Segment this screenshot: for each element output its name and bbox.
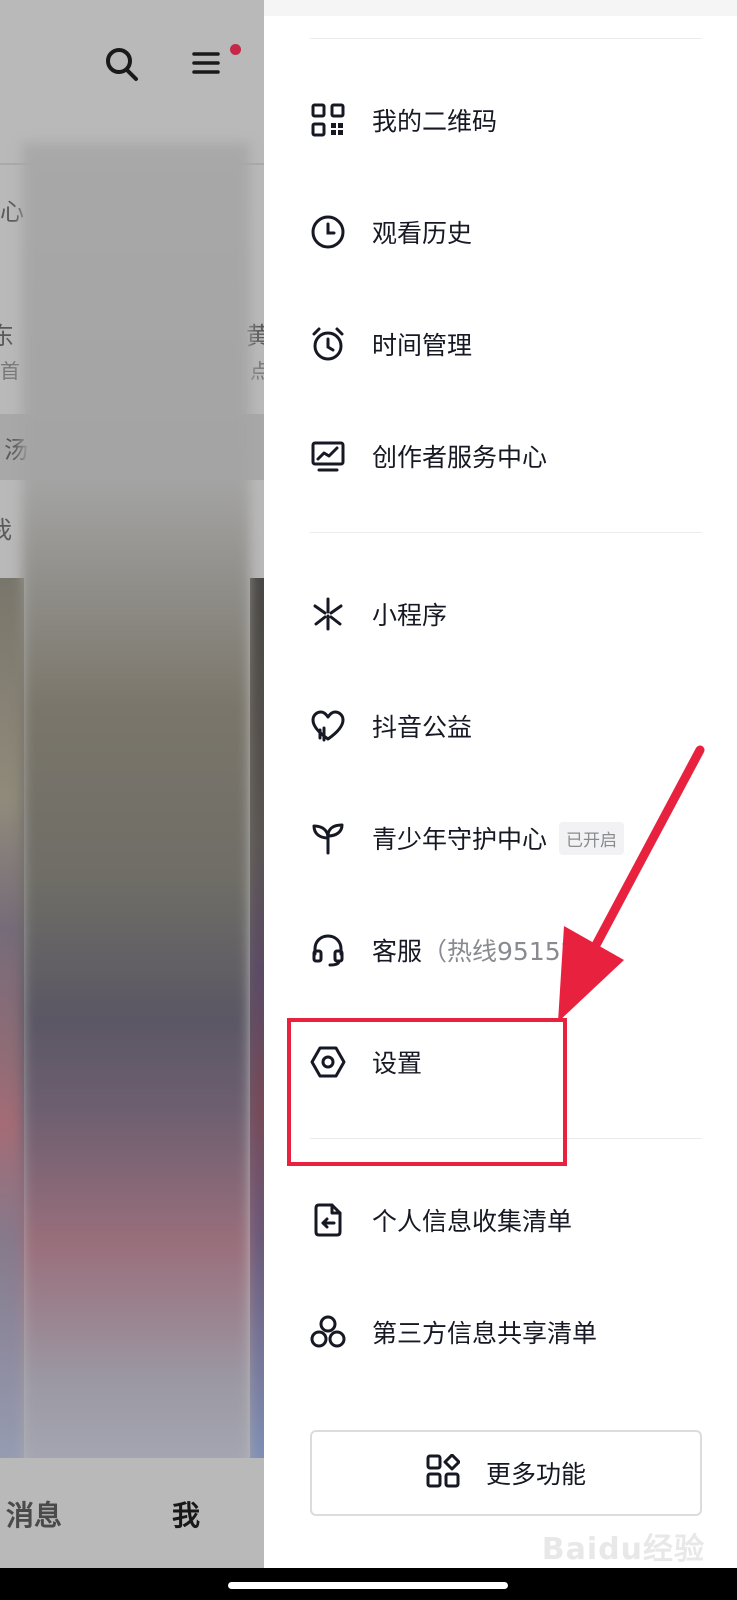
settings-hexagon-icon	[310, 1044, 346, 1080]
menu-item-time-management[interactable]: 时间管理	[310, 314, 702, 374]
menu-item-settings[interactable]: 设置	[310, 1032, 702, 1092]
headset-icon	[310, 932, 346, 968]
share-circles-icon	[310, 1314, 346, 1350]
menu-item-customer-service[interactable]: 客服 （热线95152	[310, 920, 702, 980]
divider	[310, 532, 702, 533]
side-drawer-menu: 我的二维码 观看历史 时间管理 创作者服务中心 小程序 抖音公益 青少年守护中心…	[264, 0, 737, 1568]
clock-icon	[310, 214, 346, 250]
bottom-tab-bar: 消息 我	[0, 1458, 264, 1568]
menu-item-label: 个人信息收集清单	[372, 1207, 573, 1236]
menu-item-label: 客服	[372, 937, 423, 966]
document-arrow-icon	[310, 1202, 346, 1238]
menu-item-label: 创作者服务中心	[372, 443, 548, 472]
status-badge: 已开启	[559, 821, 625, 855]
qr-code-icon	[310, 102, 346, 138]
menu-item-label: 青少年守护中心	[372, 825, 548, 854]
text-fragment: 我	[0, 510, 12, 545]
menu-item-label: 设置	[372, 1049, 423, 1078]
monitor-chart-icon	[310, 438, 346, 474]
menu-item-label: 第三方信息共享清单	[372, 1319, 598, 1348]
menu-item-douyin-charity[interactable]: 抖音公益	[310, 696, 702, 756]
watermark-logo-text: Baidu经验	[541, 1532, 705, 1567]
menu-item-mini-programs[interactable]: 小程序	[310, 584, 702, 644]
notification-dot	[230, 44, 241, 55]
hotline-text: （热线95152	[422, 937, 577, 966]
video-thumbnail-strip[interactable]	[250, 578, 264, 1458]
apps-grid-icon	[426, 1453, 461, 1492]
menu-item-my-qr-code[interactable]: 我的二维码	[310, 90, 702, 150]
menu-item-youth-protection[interactable]: 青少年守护中心 已开启	[310, 808, 702, 868]
home-indicator[interactable]	[228, 1582, 508, 1589]
text-fragment: 心	[0, 198, 24, 226]
divider	[310, 1138, 702, 1139]
background-profile-page: 心 东 首 汤 我 黄 点 消息 我	[0, 0, 264, 1568]
menu-item-third-party-sharing[interactable]: 第三方信息共享清单	[310, 1302, 702, 1362]
menu-item-label: 抖音公益	[372, 713, 473, 742]
menu-item-label: 我的二维码	[372, 107, 498, 136]
menu-item-creator-center[interactable]: 创作者服务中心	[310, 426, 702, 486]
text-fragment: 首	[0, 359, 20, 383]
more-features-label: 更多功能	[485, 1460, 586, 1489]
video-thumbnail-strip[interactable]	[0, 578, 24, 1458]
menu-icon[interactable]	[192, 48, 222, 78]
divider	[310, 38, 702, 39]
menu-item-label: 小程序	[372, 601, 448, 630]
mini-program-icon	[310, 596, 346, 632]
top-toolbar	[0, 44, 264, 88]
tab-me[interactable]: 我	[172, 1494, 200, 1534]
menu-item-personal-info-list[interactable]: 个人信息收集清单	[310, 1190, 702, 1250]
sprout-icon	[310, 820, 346, 856]
menu-item-label: 时间管理	[372, 331, 473, 360]
search-icon[interactable]	[104, 44, 140, 84]
menu-item-watch-history[interactable]: 观看历史	[310, 202, 702, 262]
tab-messages[interactable]: 消息	[6, 1494, 62, 1534]
more-features-button[interactable]: 更多功能	[310, 1430, 702, 1516]
drawer-top-edge	[264, 0, 737, 16]
text-fragment: 东	[0, 322, 14, 350]
heart-charity-icon	[310, 708, 346, 744]
alarm-clock-icon	[310, 326, 346, 362]
blurred-content	[22, 143, 250, 1487]
text-fragment: 点	[250, 359, 264, 383]
menu-item-label: 观看历史	[372, 219, 473, 248]
